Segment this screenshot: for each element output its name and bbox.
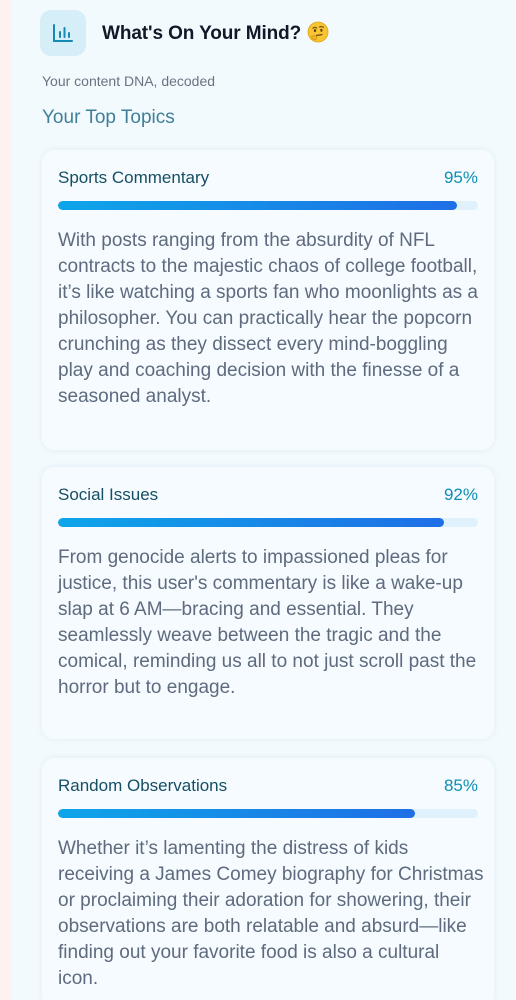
header: What's On Your Mind? <box>40 10 329 56</box>
topics-panel: What's On Your Mind? Your content DNA, d… <box>12 0 516 1000</box>
progress-fill <box>58 201 457 210</box>
thinking-face-icon <box>307 21 329 43</box>
topic-percent: 95% <box>443 168 478 187</box>
topic-card-random-observations: Random Observations 85% Whether it’s lam… <box>42 758 494 1000</box>
subtitle: Your content DNA, decoded <box>42 73 216 89</box>
topic-name: Random Observations <box>58 776 228 795</box>
topic-card-sports-commentary: Sports Commentary 95% With posts ranging… <box>42 150 494 450</box>
progress-fill <box>58 809 415 818</box>
topic-percent: 85% <box>443 776 478 795</box>
topic-percent: 92% <box>443 485 478 504</box>
topic-name: Social Issues <box>58 485 159 504</box>
topic-header: Social Issues 92% <box>58 485 478 505</box>
topic-header: Sports Commentary 95% <box>58 168 478 188</box>
section-title: Your Top Topics <box>42 107 175 128</box>
topic-name: Sports Commentary <box>58 168 210 187</box>
page-title-text: What's On Your Mind? <box>102 23 302 44</box>
topic-header: Random Observations 85% <box>58 776 478 796</box>
bar-chart-icon <box>40 10 86 56</box>
topic-card-social-issues: Social Issues 92% From genocide alerts t… <box>42 467 494 739</box>
topic-description: From genocide alerts to impassioned plea… <box>58 547 477 698</box>
page-title: What's On Your Mind? <box>102 21 329 45</box>
topic-description: With posts ranging from the absurdity of… <box>58 230 478 407</box>
progress-track <box>58 201 478 210</box>
topic-description: Whether it’s lamenting the distress of k… <box>58 838 484 989</box>
progress-track <box>58 518 478 527</box>
progress-fill <box>58 518 445 527</box>
progress-track <box>58 809 478 818</box>
